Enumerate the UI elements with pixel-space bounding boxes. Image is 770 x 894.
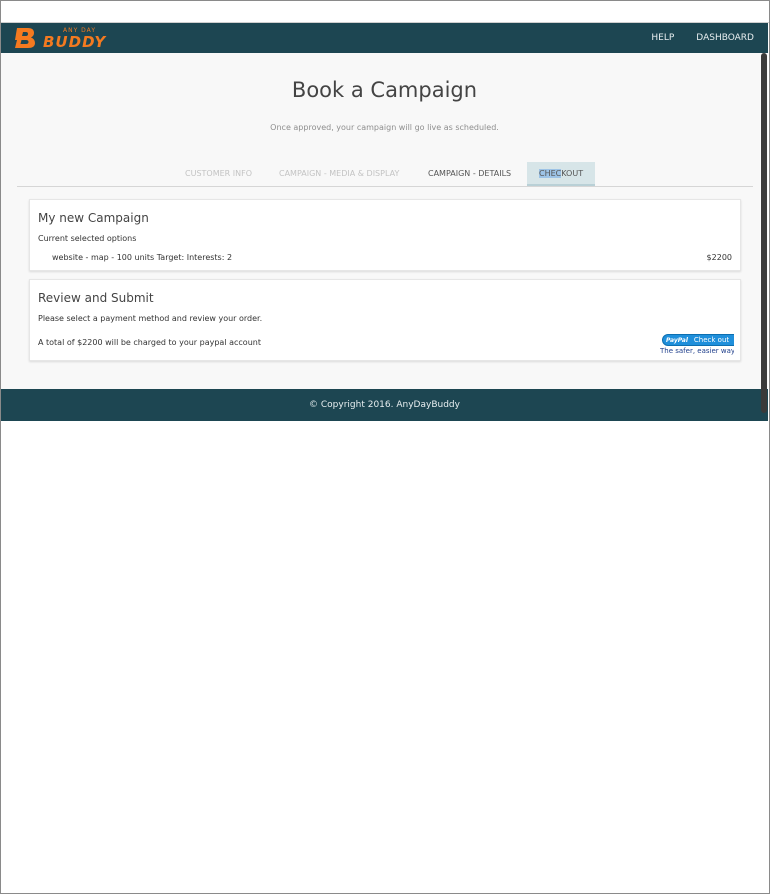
paypal-tagline: The safer, easier way to pay xyxy=(660,347,734,355)
campaign-options-label: Current selected options xyxy=(38,234,137,243)
tab-checkout-selected-text: CHEC xyxy=(539,169,562,178)
scrollbar[interactable] xyxy=(761,53,767,413)
review-total-text: A total of $2200 will be charged to your… xyxy=(38,338,261,347)
paypal-button-label: Check out xyxy=(693,336,730,344)
tab-campaign-details[interactable]: CAMPAIGN - DETAILS xyxy=(428,162,511,186)
review-title: Review and Submit xyxy=(38,291,154,305)
navbar: ANY DAY BUDDY HELP DASHBOARD xyxy=(1,23,768,53)
review-card: Review and Submit Please select a paymen… xyxy=(29,279,741,361)
paypal-checkout[interactable]: PayPal Check out The safer, easier way to… xyxy=(660,334,734,356)
tab-customer-info[interactable]: CUSTOMER INFO xyxy=(185,162,252,186)
page-subtitle: Once approved, your campaign will go liv… xyxy=(270,123,499,132)
nav-help-link[interactable]: HELP xyxy=(651,33,674,43)
paypal-logo: PayPal xyxy=(666,337,688,344)
campaign-card: My new Campaign Current selected options… xyxy=(29,199,741,271)
review-instruction: Please select a payment method and revie… xyxy=(38,314,263,323)
paypal-checkout-button[interactable]: PayPal Check out xyxy=(662,334,734,346)
logo-b-icon xyxy=(15,28,35,48)
logo-big-text: BUDDY xyxy=(43,33,107,51)
campaign-item-price: $2200 xyxy=(706,253,732,262)
tab-checkout-rest-text: KOUT xyxy=(561,169,584,178)
brand-logo[interactable]: ANY DAY BUDDY xyxy=(13,25,107,51)
campaign-title: My new Campaign xyxy=(38,211,149,225)
page-title: Book a Campaign xyxy=(291,78,478,102)
tab-checkout[interactable]: CHECKOUT xyxy=(527,162,596,186)
app-window: ANY DAY BUDDY HELP DASHBOARD Book a Camp… xyxy=(1,23,768,421)
nav-dashboard-link[interactable]: DASHBOARD xyxy=(696,33,754,43)
footer: © Copyright 2016. AnyDayBuddy xyxy=(1,389,768,421)
tab-campaign-media-display[interactable]: CAMPAIGN - MEDIA & DISPLAY xyxy=(279,162,399,186)
nav-links: HELP DASHBOARD xyxy=(629,23,754,53)
checkout-tabs: CUSTOMER INFO CAMPAIGN - MEDIA & DISPLAY… xyxy=(17,162,753,187)
campaign-item-description: website - map - 100 units Target: Intere… xyxy=(52,253,233,262)
